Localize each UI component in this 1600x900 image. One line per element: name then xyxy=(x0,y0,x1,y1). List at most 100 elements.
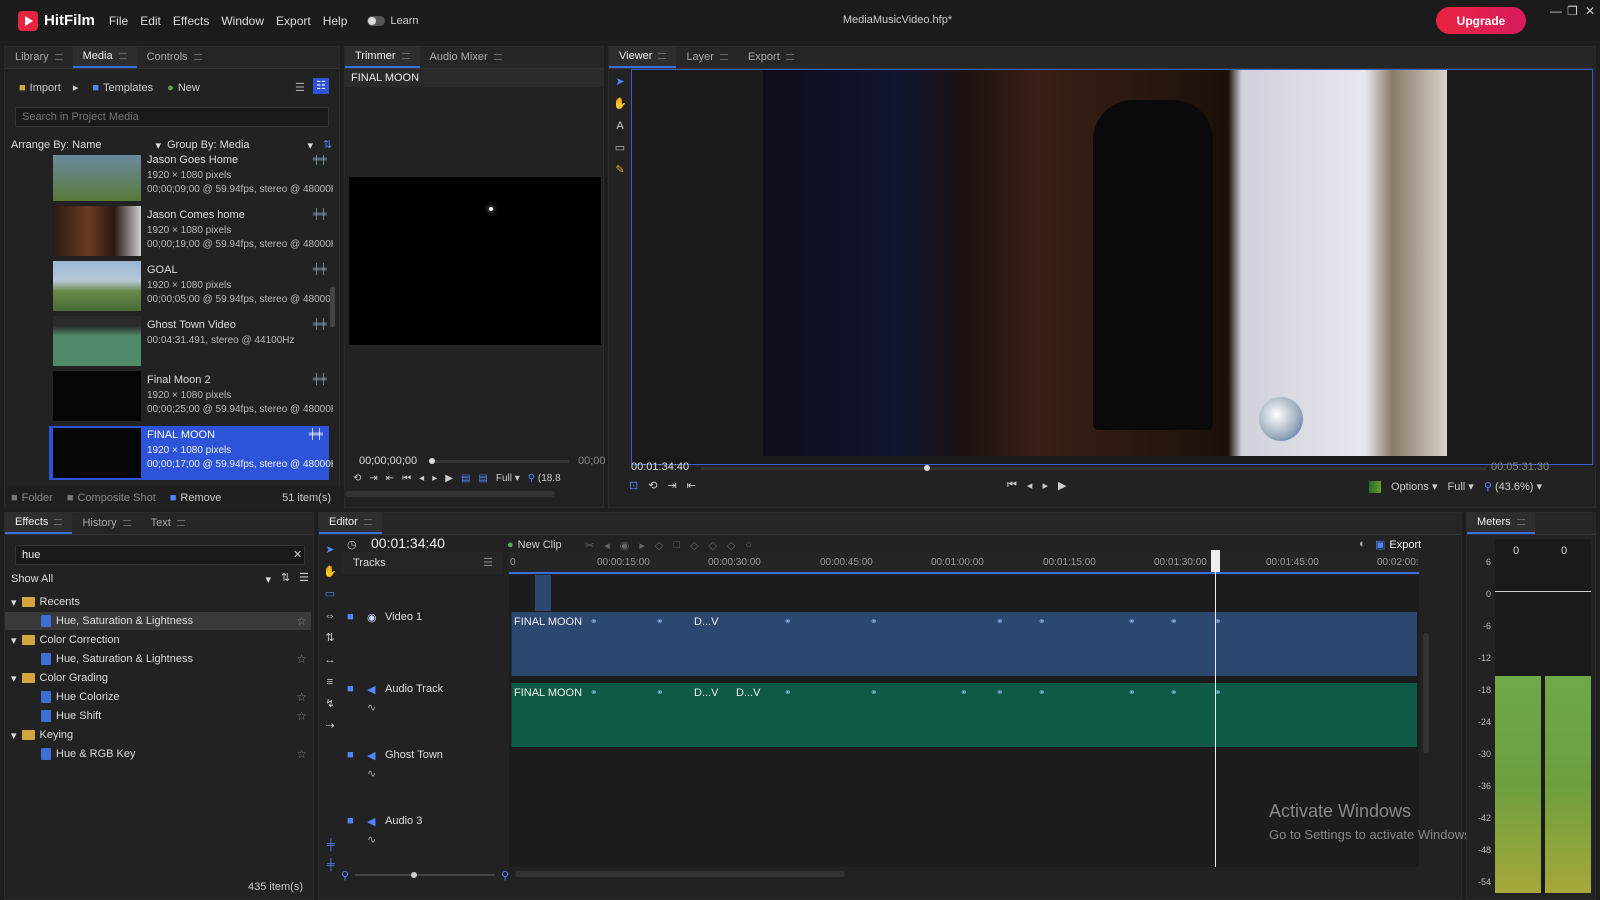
sort-icon[interactable]: ⇅ xyxy=(281,571,290,584)
menu-window[interactable]: Window xyxy=(221,14,264,28)
timeline-zoom-slider[interactable]: ⚲ ⚲ xyxy=(341,869,511,882)
tab-history[interactable]: History xyxy=(72,512,140,534)
tab-text[interactable]: Text xyxy=(141,512,195,534)
key-icon[interactable]: ◉ xyxy=(620,539,630,552)
next-key-icon[interactable]: ▸ xyxy=(639,539,645,552)
show-filter-dropdown[interactable]: Show All ▾ xyxy=(11,573,271,586)
tab-media[interactable]: Media xyxy=(72,46,137,68)
detail-view-icon[interactable]: ☷ xyxy=(313,78,329,94)
tab-effects[interactable]: Effects xyxy=(5,512,73,534)
play-icon[interactable]: ▶ xyxy=(1058,479,1066,492)
sort-icon[interactable]: ⇅ xyxy=(323,138,332,151)
tab-viewer[interactable]: Viewer xyxy=(609,46,677,68)
track-height-icon[interactable]: ╪ xyxy=(327,859,335,871)
loop-icon[interactable]: ⟲ xyxy=(648,479,657,492)
razor-icon[interactable]: ✂ xyxy=(585,539,594,552)
keyframe-icon[interactable]: ○ xyxy=(745,539,752,552)
mixer-icon[interactable]: ╪ xyxy=(327,839,335,851)
step-back-icon[interactable]: ◂ xyxy=(419,473,424,484)
tab-export-viewer[interactable]: Export xyxy=(738,46,804,68)
tree-folder-recents[interactable]: ▾ Recents xyxy=(11,593,307,611)
media-search-input[interactable] xyxy=(15,107,329,127)
favorite-star-icon[interactable]: ☆ xyxy=(296,747,307,761)
hand-tool-icon[interactable]: ✋ xyxy=(613,97,627,111)
editor-export-button[interactable]: ▣ Export xyxy=(1375,538,1421,552)
roll-tool-icon[interactable]: ↔ xyxy=(323,653,337,667)
viewer-zoom-dropdown[interactable]: ⚲ (43.6%) ▾ xyxy=(1484,480,1542,493)
render-icon[interactable]: ◐ xyxy=(1359,538,1366,550)
overlay-icon[interactable]: ⇤ xyxy=(687,479,696,492)
timeline-playhead[interactable] xyxy=(1215,551,1216,867)
tab-library[interactable]: Library xyxy=(5,46,73,68)
arrange-dropdown[interactable]: Arrange By: Name ▾ xyxy=(11,139,161,152)
crop-icon[interactable]: □ xyxy=(673,539,680,552)
snap-tool-icon[interactable]: ↯ xyxy=(323,697,337,711)
add-to-editor-icon[interactable]: ▤ xyxy=(478,473,487,484)
keyframe-icon[interactable]: ◇ xyxy=(727,539,735,552)
tree-effect-hue-colorize[interactable]: Hue Colorize ☆ xyxy=(41,688,307,706)
timeline-v-scrollbar[interactable] xyxy=(1423,633,1429,753)
trimmer-h-scrollbar[interactable] xyxy=(345,491,555,497)
effects-search-input[interactable] xyxy=(15,545,305,565)
group-dropdown[interactable]: Group By: Media ▾ xyxy=(167,139,313,152)
fit-icon[interactable]: ⊡ xyxy=(629,479,638,492)
trimmer-preview[interactable] xyxy=(349,177,601,345)
select-tool-icon[interactable]: ➤ xyxy=(613,75,627,89)
audio-clips[interactable]: FINAL MOON D...V D...V ⚭ ⚭ ⚭ ⚭ ⚭ ⚭ ⚭ ⚭ ⚭… xyxy=(511,683,1417,747)
tab-controls[interactable]: Controls xyxy=(137,46,212,68)
media-item-final-moon-2[interactable]: Final Moon 2 ╪╪ 1920 × 1080 pixels 00;00;2… xyxy=(53,371,333,425)
slip-tool-icon[interactable]: ⇔ xyxy=(323,609,337,623)
menu-edit[interactable]: Edit xyxy=(140,14,161,28)
favorite-star-icon[interactable]: ☆ xyxy=(296,652,307,666)
media-item-goal[interactable]: GOAL ╪╪ 1920 × 1080 pixels 00;00;05;00 @ 5… xyxy=(53,261,333,315)
color-swatch-icon[interactable] xyxy=(1369,480,1381,493)
list-options-icon[interactable]: ☰ xyxy=(299,571,309,584)
trimmer-scrubber[interactable] xyxy=(429,458,569,464)
tree-effect-hsl-recent[interactable]: Hue, Saturation & Lightness ☆ xyxy=(5,612,311,630)
menu-help[interactable]: Help xyxy=(323,14,348,28)
mask-tool-icon[interactable]: ▭ xyxy=(613,141,627,155)
remove-button[interactable]: ■ Remove xyxy=(170,492,222,504)
tree-folder-color-correction[interactable]: ▾ Color Correction xyxy=(11,631,307,649)
tab-layer[interactable]: Layer xyxy=(676,46,738,68)
hand-tool-icon[interactable]: ✋ xyxy=(323,565,337,579)
prev-frame-icon[interactable]: ⏮ xyxy=(402,473,411,484)
loop-icon[interactable]: ⟲ xyxy=(353,473,361,484)
tree-effect-hsl[interactable]: Hue, Saturation & Lightness ☆ xyxy=(41,650,307,668)
import-button[interactable]: ■ Import ▸ xyxy=(19,81,78,95)
templates-button[interactable]: ■ Templates xyxy=(92,82,153,94)
favorite-star-icon[interactable]: ☆ xyxy=(296,709,307,723)
tab-audio-mixer[interactable]: Audio Mixer xyxy=(420,46,512,68)
insert-icon[interactable]: ⇥ xyxy=(369,473,377,484)
keyframe-icon[interactable]: ◇ xyxy=(708,539,716,552)
media-list-scrollbar[interactable] xyxy=(330,287,335,327)
text-tool-icon[interactable]: A xyxy=(613,119,627,133)
options-dropdown[interactable]: Options ▾ xyxy=(1391,480,1438,493)
tracks-menu-icon[interactable]: ☰ xyxy=(483,552,493,574)
media-item-ghost-town[interactable]: Ghost Town Video ╪╪ 00:04:31.491, stereo … xyxy=(53,316,333,370)
new-button[interactable]: ● New xyxy=(167,82,200,94)
tree-folder-keying[interactable]: ▾ Keying xyxy=(11,726,307,744)
tree-effect-hue-rgb-key[interactable]: Hue & RGB Key ☆ xyxy=(41,745,307,763)
composite-shot-button[interactable]: ■ Composite Shot xyxy=(67,492,156,504)
link-tool-icon[interactable]: ⇢ xyxy=(323,719,337,733)
viewer-canvas[interactable] xyxy=(631,69,1593,465)
rate-tool-icon[interactable]: ≡ xyxy=(323,675,337,689)
step-fwd-icon[interactable]: ▸ xyxy=(1042,479,1048,492)
favorite-star-icon[interactable]: ☆ xyxy=(296,690,307,704)
minimize-icon[interactable]: — xyxy=(1550,4,1562,18)
restore-icon[interactable]: ❐ xyxy=(1567,4,1578,18)
tree-effect-hue-shift[interactable]: Hue Shift ☆ xyxy=(41,707,307,725)
play-icon[interactable]: ▶ xyxy=(445,473,453,484)
playhead-handle[interactable] xyxy=(1211,550,1220,572)
timeline-h-scrollbar[interactable] xyxy=(515,871,845,877)
tab-trimmer[interactable]: Trimmer xyxy=(345,46,420,68)
learn-toggle[interactable]: Learn xyxy=(367,15,419,27)
select-tool-icon[interactable]: ➤ xyxy=(323,543,337,557)
tree-folder-color-grading[interactable]: ▾ Color Grading xyxy=(11,669,307,687)
new-clip-button[interactable]: ● New Clip xyxy=(507,539,562,551)
trimmer-quality-dropdown[interactable]: Full ▾ xyxy=(496,473,520,484)
upgrade-button[interactable]: Upgrade xyxy=(1436,7,1526,34)
overlay-icon[interactable]: ⇤ xyxy=(386,473,394,484)
viewer-scrubber[interactable] xyxy=(701,465,1486,471)
